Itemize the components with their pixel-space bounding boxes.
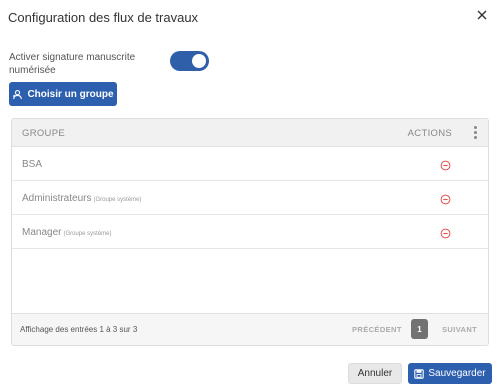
table-footer: Affichage des entrées 1 à 3 sur 3 PRÉCÉD…	[12, 313, 488, 345]
table-row: Manager (Groupe système)	[12, 216, 488, 249]
remove-group-button[interactable]	[440, 226, 451, 239]
dialog-title: Configuration des flux de travaux	[8, 10, 199, 25]
remove-group-button[interactable]	[440, 192, 451, 205]
group-type-note: (Groupe système)	[63, 231, 112, 237]
group-type-note: (Groupe système)	[93, 197, 142, 203]
pagination-next[interactable]: SUIVANT	[442, 325, 477, 334]
remove-circle-icon	[440, 194, 451, 205]
group-name: Manager (Groupe système)	[22, 227, 112, 238]
table-row: BSA	[12, 148, 488, 181]
pagination-page[interactable]: 1	[411, 319, 428, 339]
pagination-previous[interactable]: PRÉCÉDENT	[352, 325, 402, 334]
table-row: Administrateurs (Groupe système)	[12, 182, 488, 215]
choose-group-label: Choisir un groupe	[27, 88, 114, 100]
group-name: Administrateurs (Groupe système)	[22, 193, 142, 204]
toggle-knob	[192, 54, 206, 68]
remove-group-button[interactable]	[440, 158, 451, 171]
save-icon	[414, 368, 425, 379]
cancel-button[interactable]: Annuler	[348, 363, 402, 384]
remove-circle-icon	[440, 160, 451, 171]
save-button[interactable]: Sauvegarder	[408, 363, 492, 384]
users-icon	[13, 89, 23, 99]
close-icon	[477, 10, 487, 20]
table-header: GROUPE ACTIONS	[12, 119, 488, 147]
signature-toggle[interactable]	[170, 51, 209, 71]
save-label: Sauvegarder	[428, 368, 486, 379]
more-vertical-icon[interactable]	[474, 126, 478, 140]
remove-circle-icon	[440, 228, 451, 239]
choose-group-button[interactable]: Choisir un groupe	[9, 82, 117, 106]
workflow-config-dialog: Configuration des flux de travaux Active…	[0, 0, 500, 389]
close-button[interactable]	[474, 7, 490, 23]
entries-info: Affichage des entrées 1 à 3 sur 3	[20, 325, 138, 334]
column-header-actions: ACTIONS	[407, 128, 452, 139]
group-name: BSA	[22, 159, 43, 170]
column-header-group: GROUPE	[22, 128, 65, 139]
groups-table: GROUPE ACTIONS BSA Administrateurs (Group…	[11, 118, 489, 346]
signature-toggle-label: Activer signature manuscrite numérisée	[9, 52, 136, 76]
